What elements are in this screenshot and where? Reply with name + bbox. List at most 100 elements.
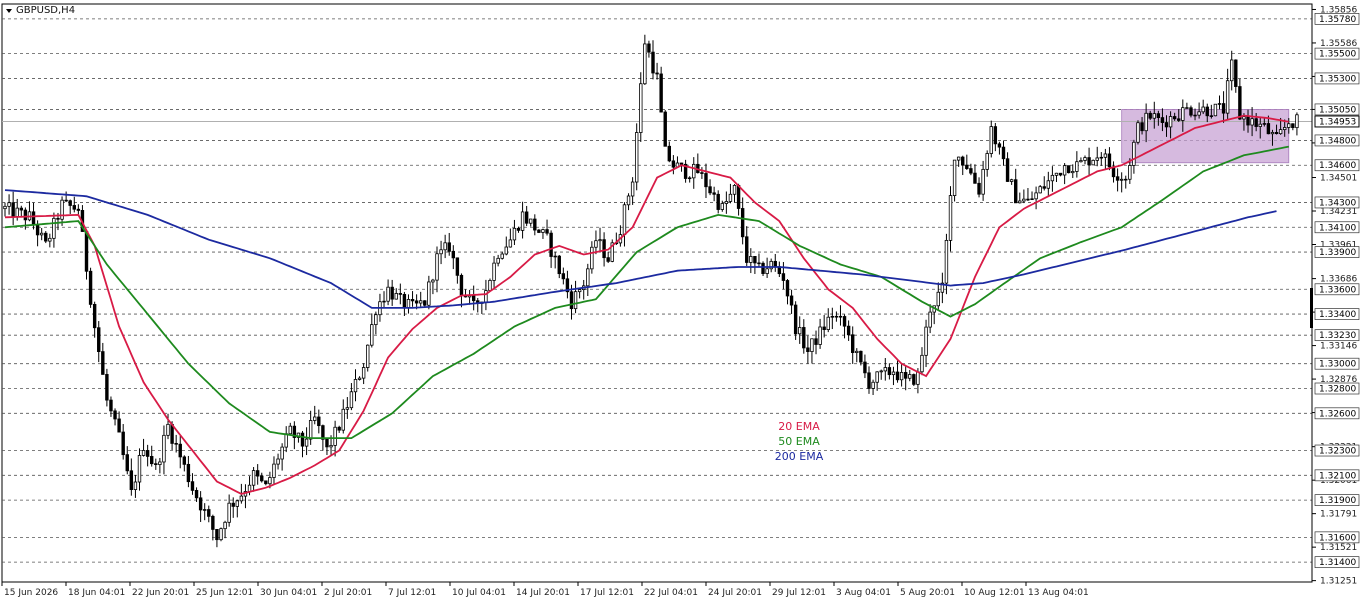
candle-body (304, 438, 309, 447)
candle-body (329, 445, 333, 448)
price-level-box-label: 1.34300 (1319, 198, 1356, 208)
candle-body (280, 446, 284, 460)
candle-body (724, 201, 729, 204)
candle-body (386, 286, 390, 302)
candle-body (1221, 103, 1226, 114)
candle-body (374, 314, 378, 326)
candle-body (325, 438, 329, 448)
candle-body (1238, 86, 1242, 120)
candle-body (1217, 103, 1222, 105)
price-tick-label: 1.34231 (1320, 207, 1357, 217)
candle-body (1295, 114, 1299, 129)
candle-body (345, 407, 350, 410)
candle-body (822, 326, 826, 330)
candle-body (1001, 146, 1006, 160)
price-tick-label: 1.33686 (1320, 275, 1357, 285)
price-level-box-label: 1.32100 (1319, 471, 1356, 481)
candle-body (72, 205, 76, 210)
candle-body (398, 293, 403, 295)
candle-body (952, 159, 957, 196)
price-level-box-label: 1.35050 (1319, 105, 1356, 115)
candle-body (1083, 157, 1087, 161)
candle-body (577, 289, 582, 293)
candle-body (394, 293, 398, 300)
candle-body (1160, 117, 1165, 123)
candle-body (300, 432, 305, 447)
candle-body (255, 470, 260, 477)
candle-body (1291, 123, 1295, 129)
candle-body (789, 295, 794, 306)
candle-body (39, 232, 44, 236)
candle-body (508, 239, 513, 248)
candle-body (431, 279, 435, 283)
candle-body (15, 207, 19, 217)
candle-body (406, 299, 411, 309)
price-level-box: 1.32300 (1314, 444, 1360, 457)
candle-body (504, 246, 508, 255)
candle-body (1079, 160, 1083, 163)
candle-body (1091, 159, 1095, 166)
candle-body (1103, 153, 1108, 158)
candle-body (337, 426, 341, 431)
candle (88, 267, 93, 308)
candle-body (264, 480, 268, 485)
time-tick-label: 18 Jun 04:01 (68, 588, 125, 598)
candle-body (598, 239, 602, 242)
price-level-box-label: 1.31600 (1319, 533, 1356, 543)
candle-body (268, 477, 272, 485)
candle-body (496, 257, 500, 264)
candle (912, 373, 916, 387)
candle (44, 231, 48, 244)
candle-body (1242, 116, 1246, 120)
price-tick-label: 1.33146 (1320, 342, 1357, 352)
time-tick-label: 22 Jul 04:01 (644, 588, 698, 598)
candle-body (402, 293, 407, 309)
candle-body (1034, 192, 1038, 200)
candle-body (3, 205, 7, 210)
price-axis: 1.358561.355861.353161.350501.347801.345… (1310, 4, 1360, 587)
candle-body (121, 431, 125, 456)
candle-body (1209, 115, 1214, 117)
candle-body (1018, 200, 1022, 204)
candle-body (1066, 165, 1071, 174)
time-tick-label: 15 Jun 2026 (4, 588, 58, 598)
candle-body (427, 281, 431, 306)
candle-body (537, 229, 541, 233)
candle-body (1128, 165, 1132, 180)
candle-body (333, 426, 337, 446)
candle-body (1254, 118, 1258, 127)
candle-body (643, 43, 647, 85)
candle-body (390, 286, 394, 300)
candle-body (671, 160, 676, 168)
candle-body (1095, 157, 1099, 161)
candle (1136, 120, 1140, 145)
candle-body (818, 326, 822, 345)
candle-body (1046, 180, 1051, 189)
price-level-box-label: 1.32800 (1319, 385, 1356, 395)
price-level-box-label: 1.35300 (1319, 74, 1356, 84)
candle-body (1132, 141, 1136, 166)
legend: 20 EMA 50 EMA 200 EMA (775, 420, 824, 463)
candle-body (793, 304, 798, 335)
candle-body (84, 231, 89, 272)
candle-body (1124, 178, 1128, 181)
candle-body (23, 209, 28, 221)
candle-body (814, 338, 818, 345)
candle-body (1193, 114, 1197, 117)
candle-body (692, 163, 696, 179)
time-tick-label: 25 Jun 12:01 (196, 588, 253, 598)
candle-body (736, 185, 741, 209)
price-level-box-label: 1.32600 (1319, 409, 1356, 419)
candle-body (366, 344, 370, 368)
candle (1091, 159, 1095, 166)
candle-body (31, 211, 36, 226)
candle-body (740, 208, 745, 238)
price-level-box: 1.35050 (1314, 103, 1360, 115)
candle-body (1205, 106, 1209, 117)
candle-body (1014, 179, 1018, 204)
candle-body (810, 338, 814, 352)
candle-body (133, 481, 138, 490)
candle-body (1266, 123, 1271, 135)
candle-body (202, 509, 207, 511)
time-axis: 15 Jun 2026 18 Jun 04:01 22 Jun 20:01 25 Ju… (1, 582, 1089, 598)
